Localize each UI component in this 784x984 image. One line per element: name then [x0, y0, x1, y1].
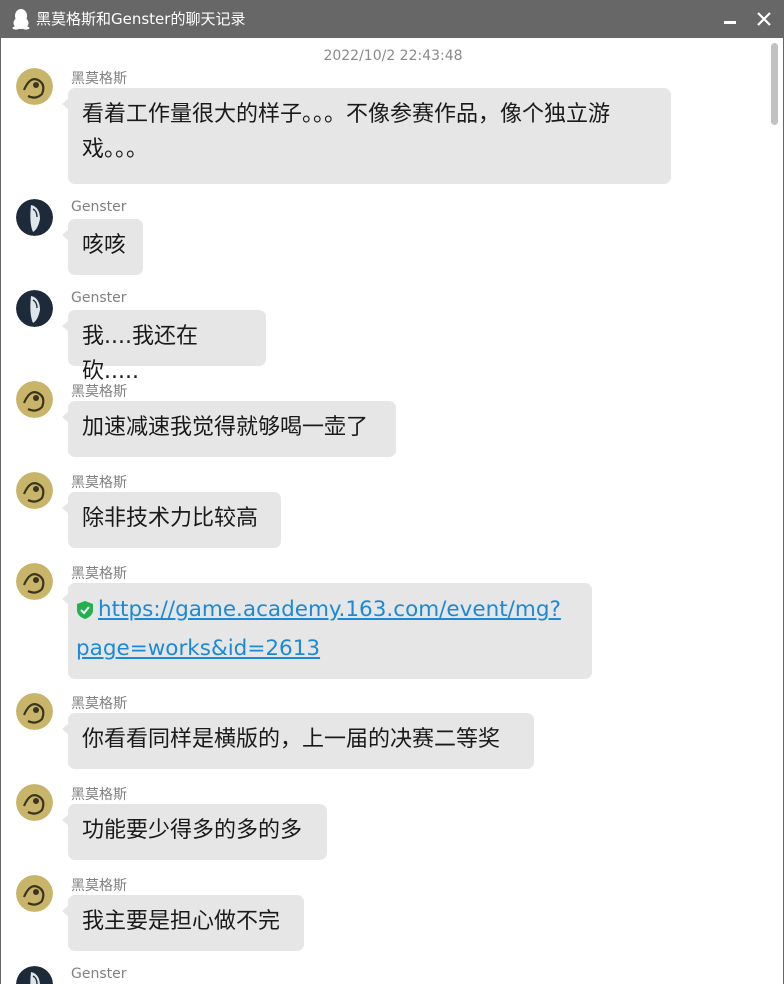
sender-name: 黑莫格斯	[71, 787, 127, 803]
sender-name: 黑莫格斯	[71, 384, 127, 400]
sender-name: 黑莫格斯	[71, 566, 127, 582]
avatar[interactable]	[16, 784, 53, 821]
avatar-hmgs-icon	[16, 784, 53, 821]
sender-name: 黑莫格斯	[71, 475, 127, 491]
message-text: 你看看同样是横版的，上一届的决赛二等奖	[82, 727, 501, 752]
avatar[interactable]	[16, 693, 53, 730]
url-link[interactable]: https://game.academy.163.com/event/mg?	[98, 597, 561, 622]
avatar-hmgs-icon	[16, 563, 53, 600]
message-bubble[interactable]: 除非技术力比较高	[62, 492, 281, 548]
message-text: 看着工作量很大的样子。。。不像参赛作品，像个独立游戏。。。	[82, 102, 611, 162]
message-bubble[interactable]: 咳咳	[62, 219, 143, 275]
sender-name: 黑莫格斯	[71, 696, 127, 712]
message-text: 我....我还在砍.....	[82, 324, 198, 384]
avatar-genster-icon	[16, 199, 53, 236]
message-bubble[interactable]: https://game.academy.163.com/event/mg? p…	[62, 583, 592, 679]
avatar[interactable]	[16, 68, 53, 105]
avatar[interactable]	[16, 381, 53, 418]
message-bubble[interactable]: 我主要是担心做不完	[62, 895, 304, 951]
sender-name: 黑莫格斯	[71, 71, 127, 87]
message-bubble[interactable]: 你看看同样是横版的，上一届的决赛二等奖	[62, 713, 534, 769]
sender-name: 黑莫格斯	[71, 878, 127, 894]
avatar[interactable]	[16, 290, 53, 327]
url-link[interactable]: page=works&id=2613	[76, 636, 320, 661]
scrollbar-thumb[interactable]	[771, 43, 778, 125]
avatar-hmgs-icon	[16, 693, 53, 730]
message-bubble[interactable]: 我....我还在砍.....	[62, 310, 266, 384]
avatar-hmgs-icon	[16, 381, 53, 418]
sender-name: Genster	[71, 966, 127, 982]
avatar-genster-icon	[16, 290, 53, 327]
minimize-button[interactable]	[714, 0, 746, 38]
chat-history-panel[interactable]: 2022/10/2 22:43:48 黑莫格斯 看着工作量很大的样子。。。不像参…	[1, 38, 766, 984]
message-text: 咳咳	[82, 233, 127, 258]
message-timestamp: 2022/10/2 22:43:48	[323, 48, 463, 64]
avatar-genster-icon	[16, 966, 53, 984]
sender-name: Genster	[71, 290, 127, 306]
window-titlebar[interactable]: 黑莫格斯和Genster的聊天记录	[0, 0, 784, 38]
message-bubble[interactable]: 加速减速我觉得就够喝一壶了	[62, 401, 396, 457]
qq-penguin-icon	[12, 8, 30, 30]
message-bubble[interactable]: 功能要少得多的多的多	[62, 804, 327, 860]
message-text: 功能要少得多的多的多	[82, 818, 303, 843]
message-bubble[interactable]: 看着工作量很大的样子。。。不像参赛作品，像个独立游戏。。。	[62, 88, 671, 184]
sender-name: Genster	[71, 199, 127, 215]
avatar[interactable]	[16, 966, 53, 984]
avatar[interactable]	[16, 472, 53, 509]
avatar[interactable]	[16, 563, 53, 600]
vertical-scrollbar[interactable]	[766, 38, 783, 984]
avatar-hmgs-icon	[16, 68, 53, 105]
avatar[interactable]	[16, 199, 53, 236]
message-text: 我主要是担心做不完	[82, 909, 281, 934]
message-text: 除非技术力比较高	[82, 506, 259, 531]
window-title: 黑莫格斯和Genster的聊天记录	[36, 10, 246, 28]
security-shield-icon	[76, 596, 94, 631]
close-button[interactable]	[748, 0, 780, 38]
minimize-icon	[724, 21, 736, 24]
avatar[interactable]	[16, 875, 53, 912]
avatar-hmgs-icon	[16, 875, 53, 912]
message-text: 加速减速我觉得就够喝一壶了	[82, 415, 369, 440]
close-icon	[757, 12, 771, 26]
avatar-hmgs-icon	[16, 472, 53, 509]
